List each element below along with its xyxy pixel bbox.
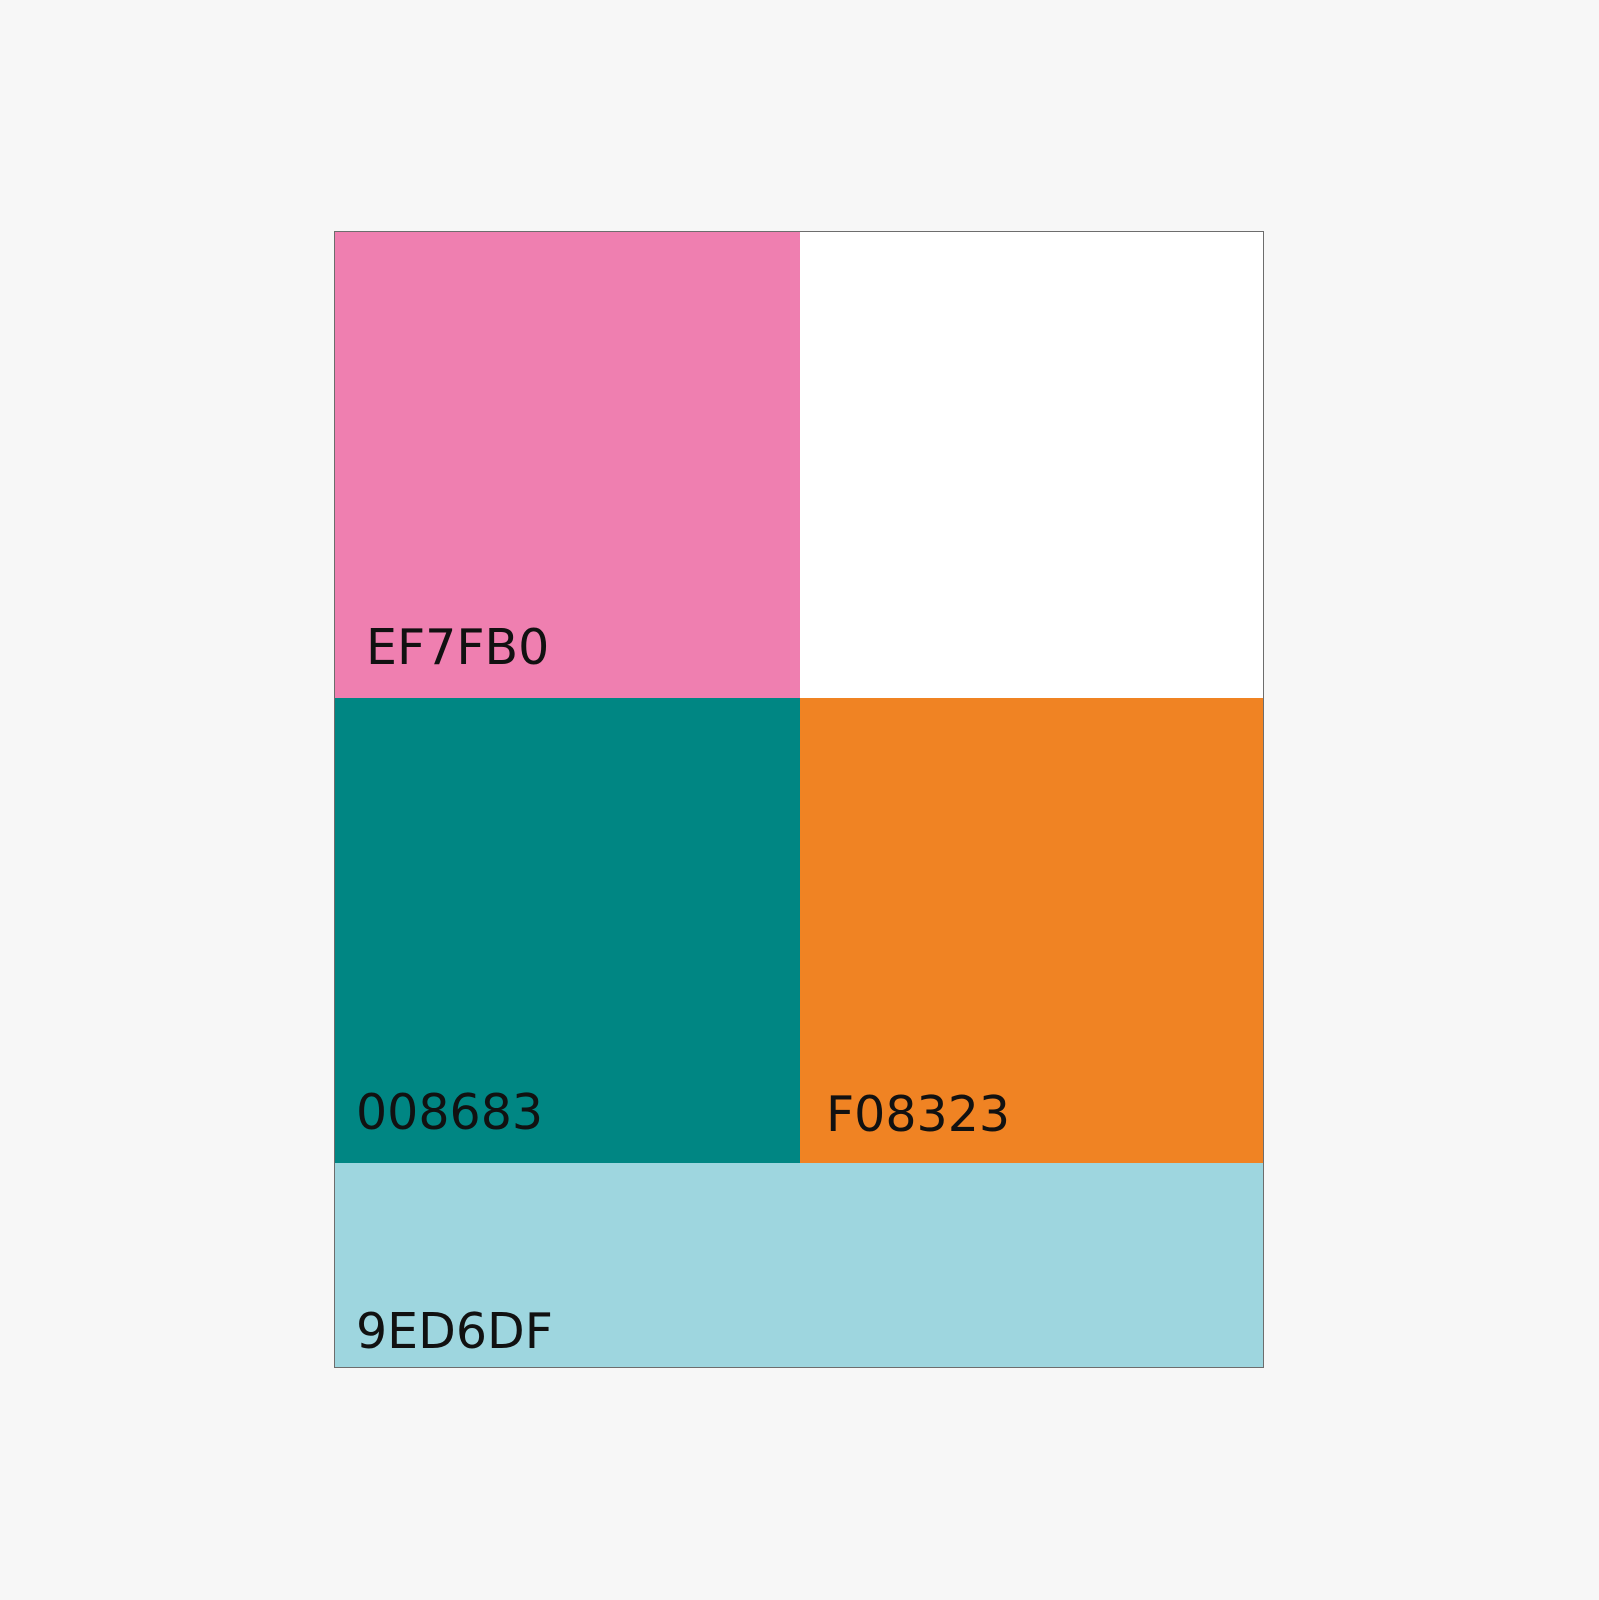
swatch-label-orange: F08323 bbox=[826, 1086, 1011, 1143]
swatch-light-blue: 9ED6DF bbox=[335, 1163, 1263, 1367]
swatch-pink: EF7FB0 bbox=[335, 232, 800, 698]
swatch-label-pink: EF7FB0 bbox=[366, 619, 550, 676]
swatch-orange: F08323 bbox=[800, 698, 1263, 1163]
swatch-white bbox=[800, 232, 1263, 698]
swatch-label-teal: 008683 bbox=[356, 1084, 544, 1141]
color-palette: EF7FB0 008683 F08323 9ED6DF bbox=[334, 231, 1264, 1368]
swatch-label-light-blue: 9ED6DF bbox=[356, 1303, 553, 1360]
swatch-teal: 008683 bbox=[335, 698, 800, 1163]
